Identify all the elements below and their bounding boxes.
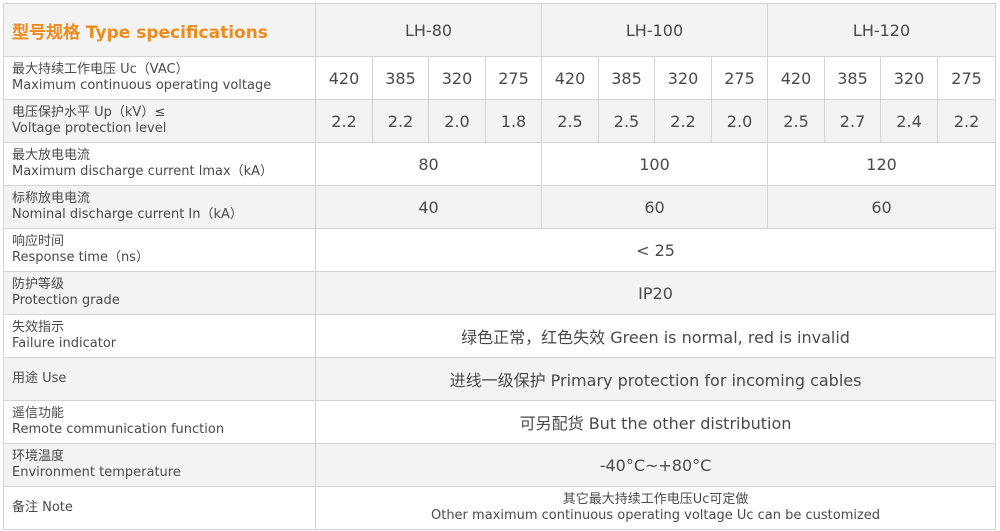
note-cell: 其它最大持续工作电压Uc可定做 Other maximum continuous…: [314, 486, 997, 530]
row-failure: 失效指示 Failure indicator 绿色正常，红色失效 Green i…: [3, 314, 997, 358]
value-cell: 绿色正常，红色失效 Green is normal, red is invali…: [314, 314, 997, 358]
value-cell: 275: [484, 56, 543, 100]
row-label: 标称放电电流 Nominal discharge current In（kA）: [3, 185, 316, 229]
label-en: Failure indicator: [12, 336, 117, 351]
row-protection: 防护等级 Protection grade IP20: [3, 271, 997, 315]
value-cell: 275: [937, 56, 997, 100]
label-en: Response time（ns）: [12, 250, 149, 265]
label-cn: 遥信功能: [12, 406, 65, 421]
value-cell: 2.4: [880, 99, 939, 143]
row-label: 环境温度 Environment temperature: [3, 443, 316, 487]
value-cell: 420: [767, 56, 826, 100]
model-header: LH-80: [314, 3, 543, 57]
value-cell: IP20: [314, 271, 997, 315]
row-label: 电压保护水平 Up（kV）≤ Voltage protection level: [3, 99, 316, 143]
label-en: Remote communication function: [12, 422, 225, 437]
row-label: 防护等级 Protection grade: [3, 271, 316, 315]
label-en: Environment temperature: [12, 465, 181, 480]
value-cell: 进线一级保护 Primary protection for incoming c…: [314, 357, 997, 401]
row-uc: 最大持续工作电压 Uc（VAC） Maximum continuous oper…: [3, 56, 997, 100]
row-env: 环境温度 Environment temperature -40°C~+80°C: [3, 443, 997, 487]
value-cell: 2.2: [937, 99, 997, 143]
value-cell: 320: [880, 56, 939, 100]
label-text: 备注 Note: [12, 500, 73, 515]
row-label: 遥信功能 Remote communication function: [3, 400, 316, 444]
label-en: Maximum continuous operating voltage: [12, 78, 272, 93]
row-label: 失效指示 Failure indicator: [3, 314, 316, 358]
value-cell: 385: [824, 56, 882, 100]
value-cell: 2.2: [654, 99, 713, 143]
table-title: 型号规格 Type specifications: [3, 3, 316, 57]
label-cn: 标称放电电流: [12, 191, 91, 206]
label-cn: 电压保护水平 Up（kV）≤: [12, 105, 166, 120]
value-cell: 2.2: [315, 99, 373, 143]
value-cell: -40°C~+80°C: [314, 443, 997, 487]
value-cell: 320: [428, 56, 486, 100]
label-en: Voltage protection level: [12, 121, 167, 136]
label-text: 用途 Use: [12, 371, 67, 386]
label-cn: 环境温度: [12, 449, 65, 464]
row-label: 最大放电电流 Maximum discharge current lmax（kA…: [3, 142, 316, 186]
value-cell: 2.5: [541, 99, 600, 143]
note-line-cn: 其它最大持续工作电压Uc可定做: [562, 492, 749, 507]
row-label: 响应时间 Response time（ns）: [3, 228, 316, 272]
label-en: Nominal discharge current In（kA）: [12, 207, 243, 222]
spec-table: 型号规格 Type specifications LH-80 LH-100 LH…: [3, 3, 997, 530]
row-use: 用途 Use 进线一级保护 Primary protection for inc…: [3, 357, 997, 401]
row-in: 标称放电电流 Nominal discharge current In（kA） …: [3, 185, 997, 229]
value-cell: 275: [711, 56, 769, 100]
label-cn: 响应时间: [12, 234, 65, 249]
row-up: 电压保护水平 Up（kV）≤ Voltage protection level …: [3, 99, 997, 143]
value-cell: 1.8: [484, 99, 543, 143]
value-cell: 2.5: [767, 99, 826, 143]
row-imax: 最大放电电流 Maximum discharge current lmax（kA…: [3, 142, 997, 186]
value-cell: 60: [767, 185, 997, 229]
value-cell: 60: [541, 185, 769, 229]
header-row: 型号规格 Type specifications LH-80 LH-100 LH…: [3, 3, 997, 57]
note-line-en: Other maximum continuous operating volta…: [430, 508, 881, 523]
row-label: 最大持续工作电压 Uc（VAC） Maximum continuous oper…: [3, 56, 316, 100]
label-cn: 防护等级: [12, 277, 65, 292]
row-response: 响应时间 Response time（ns） < 25: [3, 228, 997, 272]
row-remote: 遥信功能 Remote communication function 可另配货 …: [3, 400, 997, 444]
label-cn: 失效指示: [12, 320, 65, 335]
value-cell: 420: [315, 56, 373, 100]
value-cell: 2.2: [372, 99, 429, 143]
row-note: 备注 Note 其它最大持续工作电压Uc可定做 Other maximum co…: [3, 486, 997, 530]
row-label: 用途 Use: [3, 357, 316, 401]
value-cell: 120: [767, 142, 997, 186]
value-cell: < 25: [314, 228, 997, 272]
value-cell: 2.0: [428, 99, 486, 143]
value-cell: 2.5: [598, 99, 656, 143]
value-cell: 2.0: [711, 99, 769, 143]
value-cell: 385: [598, 56, 656, 100]
value-cell: 80: [314, 142, 543, 186]
value-cell: 2.7: [824, 99, 882, 143]
model-header: LH-100: [541, 3, 769, 57]
label-en: Maximum discharge current lmax（kA）: [12, 164, 274, 179]
value-cell: 可另配货 But the other distribution: [314, 400, 997, 444]
model-header: LH-120: [767, 3, 997, 57]
value-cell: 100: [541, 142, 769, 186]
row-label: 备注 Note: [3, 486, 316, 530]
value-cell: 385: [372, 56, 429, 100]
label-cn: 最大放电电流: [12, 148, 91, 163]
value-cell: 420: [541, 56, 600, 100]
label-cn: 最大持续工作电压 Uc（VAC）: [12, 62, 189, 77]
value-cell: 320: [654, 56, 713, 100]
value-cell: 40: [314, 185, 543, 229]
label-en: Protection grade: [12, 293, 120, 308]
